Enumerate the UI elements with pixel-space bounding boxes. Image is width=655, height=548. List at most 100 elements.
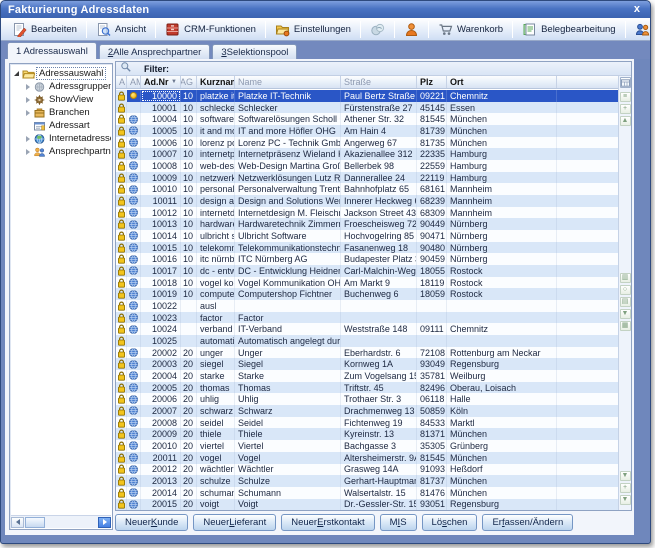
toolbar-button-crm-funktionen[interactable]: CRM-Funktionen (158, 20, 263, 39)
tree-item-internetadressen[interactable]: Internetadressen (12, 132, 111, 145)
expanded-arrow-icon[interactable] (12, 71, 21, 76)
table-row[interactable]: 2001220wächtlerWächtlerGrasweg 14A91093H… (116, 464, 618, 476)
table-row[interactable]: 2000420starkeStarkeZum Vogelsang 1535781… (116, 370, 618, 382)
table-row[interactable]: 2001420schumannSchumannWalsertalstr. 158… (116, 487, 618, 499)
table-row[interactable]: 1000110schleckerSchleckerFürstenstraße 2… (116, 102, 618, 114)
column-header-am[interactable]: AM (127, 76, 141, 88)
titlebar[interactable]: Fakturierung Adressdaten x (1, 1, 650, 18)
tab-3-selektionspool[interactable]: 3 Selektionspool (212, 44, 297, 59)
table-row[interactable]: 1001410ulbricht sUlbricht SoftwareHochvo… (116, 230, 618, 242)
table-row[interactable]: 10025automatikAutomatisch angelegt durch… (116, 335, 618, 347)
button-neuer-erstkontakt[interactable]: Neuer Erstkontakt (281, 514, 374, 531)
tree-horizontal-scrollbar[interactable] (11, 515, 111, 528)
toolbar-button-belegbearbeitung[interactable]: Belegbearbeitung (515, 20, 622, 39)
toolbar-button-globe-pale-icon[interactable] (363, 20, 392, 39)
column-header-ag[interactable]: AG (181, 76, 197, 88)
toolbar-button-warenkorb[interactable]: Warenkorb (431, 20, 510, 39)
scrollbar-layout-icon[interactable]: ▦ (620, 321, 631, 331)
collapsed-arrow-icon[interactable] (23, 110, 32, 116)
scrollbar-filter-icon[interactable]: ▼ (620, 309, 631, 319)
table-row[interactable]: 2001120vogelVogelAltersheimerstr. 9A8154… (116, 452, 618, 464)
column-header-plz[interactable]: Plz (417, 76, 447, 88)
scroll-right-arrow-icon[interactable] (98, 517, 111, 528)
table-row[interactable]: 1001610itc nürnbeITC Nürnberg AGBudapest… (116, 253, 618, 265)
table-row[interactable]: 1000810web-designWeb-Design Martina Groß… (116, 160, 618, 172)
column-header-kurzname[interactable]: Kurzname (197, 76, 235, 88)
table-row[interactable]: 1001010personalvePersonalverwaltung Tren… (116, 183, 618, 195)
tree-item-branchen[interactable]: Branchen (12, 106, 111, 119)
table-row[interactable]: 1001910computershComputershop FichtnerBu… (116, 288, 618, 300)
tree-item-adressgruppen[interactable]: Adressgruppen (12, 80, 111, 93)
table-row[interactable]: 1001710dc - entwiDC - Entwicklung Heidne… (116, 265, 618, 277)
column-header-extra[interactable] (557, 76, 618, 88)
scrollbar-up-icon[interactable]: ▲ (620, 116, 631, 126)
scrollbar-collapse-icon[interactable]: ≡ (620, 92, 631, 102)
tree-item-adressart[interactable]: Adressart (12, 119, 111, 132)
column-header-ad-nr[interactable]: Ad.Nr▼ (141, 76, 181, 88)
table-row[interactable]: 2001320schulzeSchulzeGerhart-Hauptmann-R… (116, 475, 618, 487)
toolbar-button-person-icon[interactable] (397, 20, 426, 39)
close-button[interactable]: x (631, 4, 643, 15)
table-row[interactable]: 2001520voigtVoigtDr.-Gessler-Str. 15B930… (116, 499, 618, 510)
table-row[interactable]: 10024verbandIT-VerbandWeststraße 1480911… (116, 323, 618, 335)
collapsed-arrow-icon[interactable] (23, 136, 32, 142)
scroll-left-arrow-icon[interactable] (11, 517, 24, 528)
button-neuer-kunde[interactable]: Neuer Kunde (115, 514, 188, 531)
address-type-icon (32, 120, 47, 132)
scrollbar-add2-icon[interactable]: + (620, 483, 631, 493)
scrollbar-cards-icon[interactable]: ▥ (620, 273, 631, 283)
table-row[interactable]: 1001510telekommunTelekommunikationstechn… (116, 242, 618, 254)
scrollbar-add-icon[interactable]: + (620, 104, 631, 114)
table-row[interactable]: 1000410softwarelöSoftwarelösungen Scholl… (116, 113, 618, 125)
filter-input[interactable] (179, 64, 615, 74)
table-row[interactable]: 1000910netzwerklöNetzwerklösungen Lutz R… (116, 172, 618, 184)
column-header-a[interactable]: A (116, 76, 127, 88)
table-row[interactable]: 1000710internetprInternetpräsenz Wieland… (116, 148, 618, 160)
table-row[interactable]: 2000620uhligUhligTrothaer Str. 306118Hal… (116, 393, 618, 405)
button-neuer-lieferant[interactable]: Neuer Lieferant (193, 514, 276, 531)
tree-item-showview[interactable]: ShowView (12, 93, 111, 106)
collapsed-arrow-icon[interactable] (23, 84, 32, 90)
table-row[interactable]: 10022ausl (116, 300, 618, 312)
table-row[interactable]: 2000520thomasThomasTriftstr. 4582496Ober… (116, 382, 618, 394)
table-row[interactable]: 2000720schwarzSchwarzDrachmenweg 1350859… (116, 405, 618, 417)
table-row[interactable]: 1000510it and morIT and more Höfler OHGA… (116, 125, 618, 137)
column-customize-icon[interactable] (620, 77, 631, 88)
toolbar-button-label: CRM-Funktionen (184, 24, 256, 35)
globe-cell-icon (129, 115, 138, 124)
toolbar-button-bearbeiten[interactable]: Bearbeiten (5, 20, 84, 39)
scrollbar-list-icon[interactable]: ▤ (620, 297, 631, 307)
table-row[interactable]: 1001310hardwareteHardwaretechnik Zimmerm… (116, 218, 618, 230)
toolbar-button-einstellungen[interactable]: Einstellungen (268, 20, 358, 39)
table-row[interactable]: 2000820seidelSeidelFichtenweg 1984533Mar… (116, 417, 618, 429)
table-row[interactable]: 2000320siegelSiegelKornweg 1A93049Regens… (116, 358, 618, 370)
button-erfassen-ändern[interactable]: Erfassen/Ändern (482, 514, 573, 531)
tree-item-ansprechpartner[interactable]: Ansprechpartner (12, 145, 111, 158)
column-header-ort[interactable]: Ort (447, 76, 557, 88)
button-mis[interactable]: MIS (380, 514, 417, 531)
table-row[interactable]: 1001810vogel kommVogel Kommunikation OHG… (116, 277, 618, 289)
scrollbar-down-icon[interactable]: ▼ (620, 471, 631, 481)
grid-scrollbar[interactable]: ≡ + ▲ ▥ ○ ▤ ▼ ▦ ▼ + ▼ (618, 76, 631, 510)
table-row[interactable]: 1000010platzke itPlatzke IT-TechnikPaul … (116, 90, 618, 102)
collapsed-arrow-icon[interactable] (23, 97, 32, 103)
table-row[interactable]: 2001020viertelViertelBachgasse 335305Grü… (116, 440, 618, 452)
table-row[interactable]: 2000220ungerUngerEberhardstr. 672108Rott… (116, 347, 618, 359)
table-row[interactable]: 1000610lorenz pcLorenz PC - Technik GmbH… (116, 137, 618, 149)
table-row[interactable]: 10023factorFactor (116, 312, 618, 324)
column-header-name[interactable]: Name (235, 76, 341, 88)
column-header-straße[interactable]: Straße (341, 76, 417, 88)
tab-1-adressauswahl[interactable]: 1 Adressauswahl (7, 42, 97, 59)
table-row[interactable]: 1001210internetdeInternetdesign M. Fleis… (116, 207, 618, 219)
scroll-thumb[interactable] (25, 517, 45, 528)
scrollbar-end-icon[interactable]: ▼ (620, 495, 631, 505)
button-löschen[interactable]: Löschen (422, 514, 478, 531)
toolbar-button-delegieren[interactable]: Delegieren (628, 20, 651, 39)
collapsed-arrow-icon[interactable] (23, 149, 32, 155)
tab-2-alle-ansprechpartner[interactable]: 2 Alle Ansprechpartner (99, 44, 211, 59)
table-row[interactable]: 1001110design andDesign and Solutions We… (116, 195, 618, 207)
table-row[interactable]: 2000920thieleThieleKyreinstr. 1381371Mün… (116, 428, 618, 440)
tree-item-adressauswahl[interactable]: Adressauswahl (12, 67, 111, 80)
toolbar-button-ansicht[interactable]: Ansicht (89, 20, 153, 39)
scrollbar-search-icon[interactable]: ○ (620, 285, 631, 295)
